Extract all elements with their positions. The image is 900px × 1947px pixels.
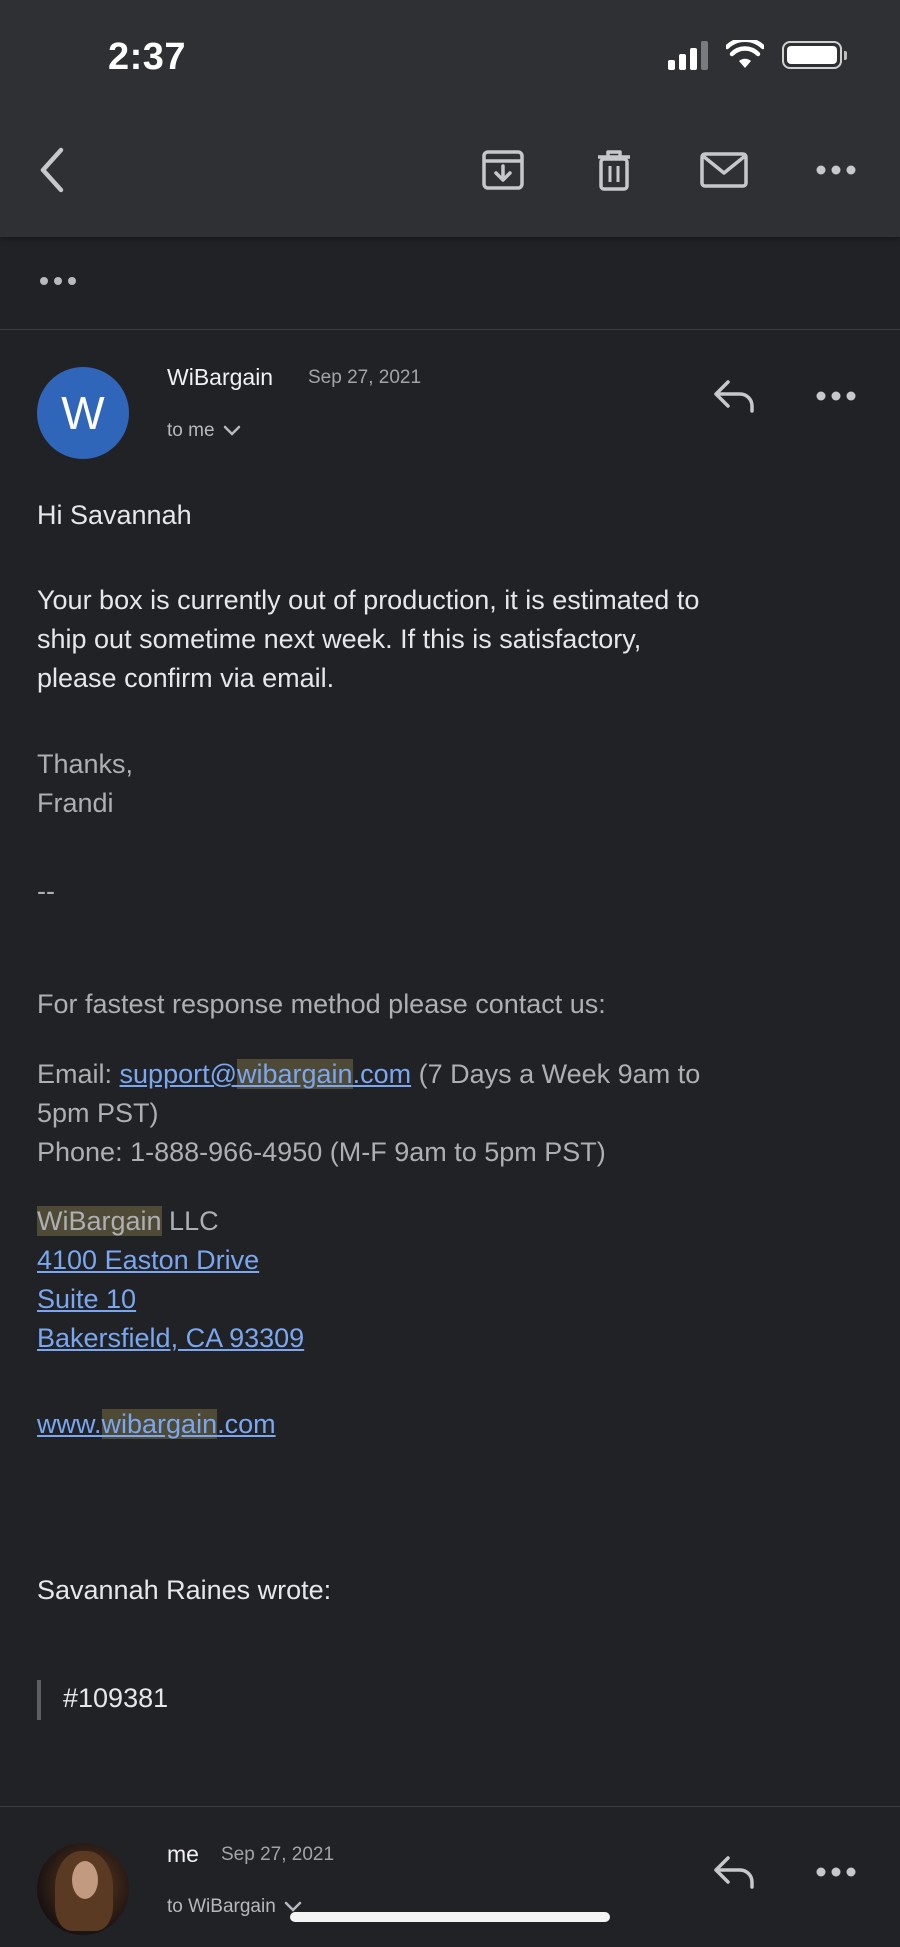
reply-sender-name: me bbox=[167, 1841, 199, 1867]
more-options-button[interactable] bbox=[812, 146, 860, 194]
message-more-button[interactable] bbox=[811, 376, 861, 416]
email-contact: Email: support@wibargain.com (7 Days a W… bbox=[37, 1055, 700, 1172]
more-icon bbox=[816, 165, 856, 175]
recipient-toggle[interactable]: to me bbox=[167, 420, 241, 442]
more-icon bbox=[816, 1867, 856, 1877]
greeting: Hi Savannah bbox=[37, 500, 192, 530]
quoted-text: #109381 bbox=[63, 1683, 169, 1713]
email-label: Email: bbox=[37, 1059, 120, 1089]
paragraph-line: Your box is currently out of production,… bbox=[37, 585, 700, 615]
support-email-link[interactable]: support@wibargain.com bbox=[120, 1059, 411, 1089]
dot bbox=[54, 277, 62, 285]
divider bbox=[0, 1806, 900, 1807]
mark-unread-button[interactable] bbox=[700, 146, 748, 194]
reply-icon bbox=[714, 380, 754, 413]
back-button[interactable] bbox=[28, 146, 76, 194]
phone-contact: Phone: 1-888-966-4950 (M-F 9am to 5pm PS… bbox=[37, 1137, 606, 1167]
archive-button[interactable] bbox=[479, 146, 527, 194]
signature-separator: -- bbox=[37, 876, 55, 906]
reply-date: Sep 27, 2021 bbox=[221, 1844, 335, 1865]
divider bbox=[0, 329, 900, 330]
paragraph-line: ship out sometime next week. If this is … bbox=[37, 624, 642, 654]
battery-icon bbox=[782, 41, 847, 69]
home-indicator[interactable] bbox=[290, 1912, 610, 1922]
message-paragraph: Your box is currently out of production,… bbox=[37, 581, 699, 698]
address-link-line1[interactable]: 4100 Easton Drive bbox=[37, 1245, 259, 1275]
delete-button[interactable] bbox=[590, 146, 638, 194]
dot bbox=[40, 277, 48, 285]
cellular-signal-icon bbox=[668, 40, 708, 70]
email-hours-cont: 5pm PST) bbox=[37, 1098, 159, 1128]
signer-name: Frandi bbox=[37, 788, 114, 818]
company-address: WiBargain LLC 4100 Easton Drive Suite 10… bbox=[37, 1202, 304, 1358]
paragraph-line: please confirm via email. bbox=[37, 663, 335, 693]
sender-name: WiBargain bbox=[167, 364, 274, 390]
website-link[interactable]: www.wibargain.com bbox=[37, 1409, 276, 1439]
status-icons bbox=[668, 40, 847, 70]
message-date: Sep 27, 2021 bbox=[308, 367, 422, 388]
message-more-button[interactable] bbox=[811, 1852, 861, 1892]
mail-icon bbox=[700, 152, 748, 188]
status-time: 2:37 bbox=[108, 36, 187, 78]
reply-recipient-toggle[interactable]: to WiBargain bbox=[167, 1896, 302, 1918]
address-link-line2[interactable]: Suite 10 bbox=[37, 1284, 136, 1314]
archive-icon bbox=[482, 150, 524, 190]
reply-icon bbox=[714, 1856, 754, 1889]
sender-avatar[interactable]: W bbox=[37, 367, 129, 459]
recipient-label: to me bbox=[167, 420, 215, 441]
contact-intro: For fastest response method please conta… bbox=[37, 989, 606, 1019]
show-earlier-messages-button[interactable] bbox=[40, 277, 76, 285]
wifi-icon bbox=[726, 40, 764, 68]
back-icon bbox=[40, 147, 64, 193]
trash-icon bbox=[598, 150, 630, 191]
reply-button[interactable] bbox=[709, 376, 759, 416]
sign-off: Thanks, Frandi bbox=[37, 745, 133, 823]
chevron-down-icon bbox=[223, 425, 240, 436]
email-hours: (7 Days a Week 9am to bbox=[411, 1059, 701, 1089]
thanks-line: Thanks, bbox=[37, 749, 134, 779]
address-link-line3[interactable]: Bakersfield, CA 93309 bbox=[37, 1323, 304, 1353]
quote-bar bbox=[37, 1680, 41, 1720]
reply-recipient-label: to WiBargain bbox=[167, 1896, 276, 1917]
top-app-bar: 2:37 bbox=[0, 0, 900, 237]
my-avatar[interactable] bbox=[37, 1843, 129, 1935]
website: www.wibargain.com bbox=[37, 1405, 276, 1444]
reply-button[interactable] bbox=[709, 1852, 759, 1892]
dot bbox=[68, 277, 76, 285]
quote-header: Savannah Raines wrote: bbox=[37, 1575, 332, 1605]
company-name: WiBargain LLC bbox=[37, 1206, 219, 1236]
more-icon bbox=[816, 391, 856, 401]
